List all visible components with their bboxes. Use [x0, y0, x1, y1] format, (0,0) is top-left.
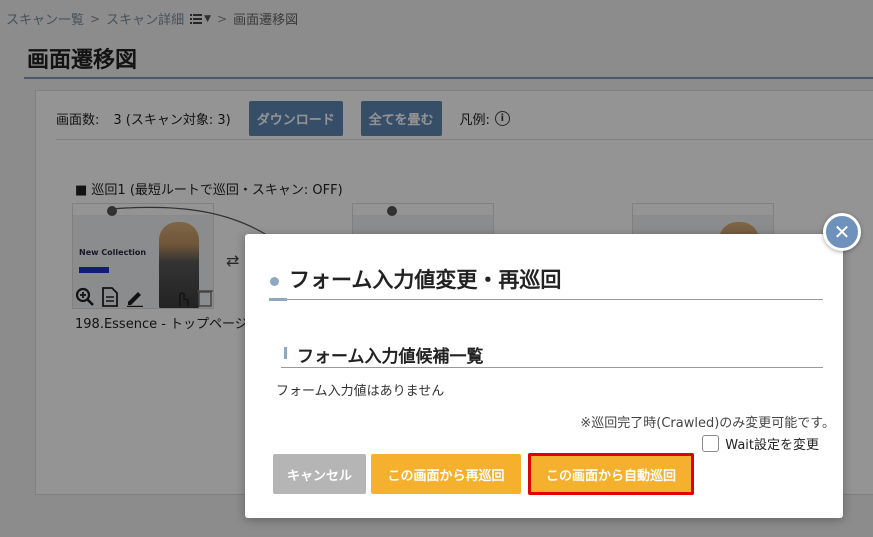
section-rule	[281, 367, 823, 368]
recrawl-from-screen-button[interactable]: この画面から再巡回	[371, 454, 521, 494]
section-title: フォーム入力値候補一覧	[297, 347, 484, 367]
wait-checkbox[interactable]	[702, 435, 720, 452]
title-rule	[287, 299, 823, 300]
auto-crawl-from-screen-button[interactable]: この画面から自動巡回	[528, 453, 694, 495]
wait-setting-toggle[interactable]: Wait設定を変更	[702, 434, 819, 453]
modal-title: フォーム入力値変更・再巡回	[289, 268, 562, 292]
close-icon[interactable]: ✕	[823, 213, 861, 251]
wait-checkbox-label[interactable]: Wait設定を変更	[725, 434, 819, 453]
title-rule-accent	[269, 298, 287, 301]
cancel-button[interactable]: キャンセル	[273, 454, 366, 494]
empty-message: フォーム入力値はありません	[276, 384, 445, 399]
form-input-modal: フォーム入力値変更・再巡回 フォーム入力値候補一覧 フォーム入力値はありません …	[245, 234, 843, 518]
crawled-note: ※巡回完了時(Crawled)のみ変更可能です。	[580, 416, 835, 431]
title-bullet	[270, 277, 279, 286]
section-bar	[284, 347, 287, 359]
